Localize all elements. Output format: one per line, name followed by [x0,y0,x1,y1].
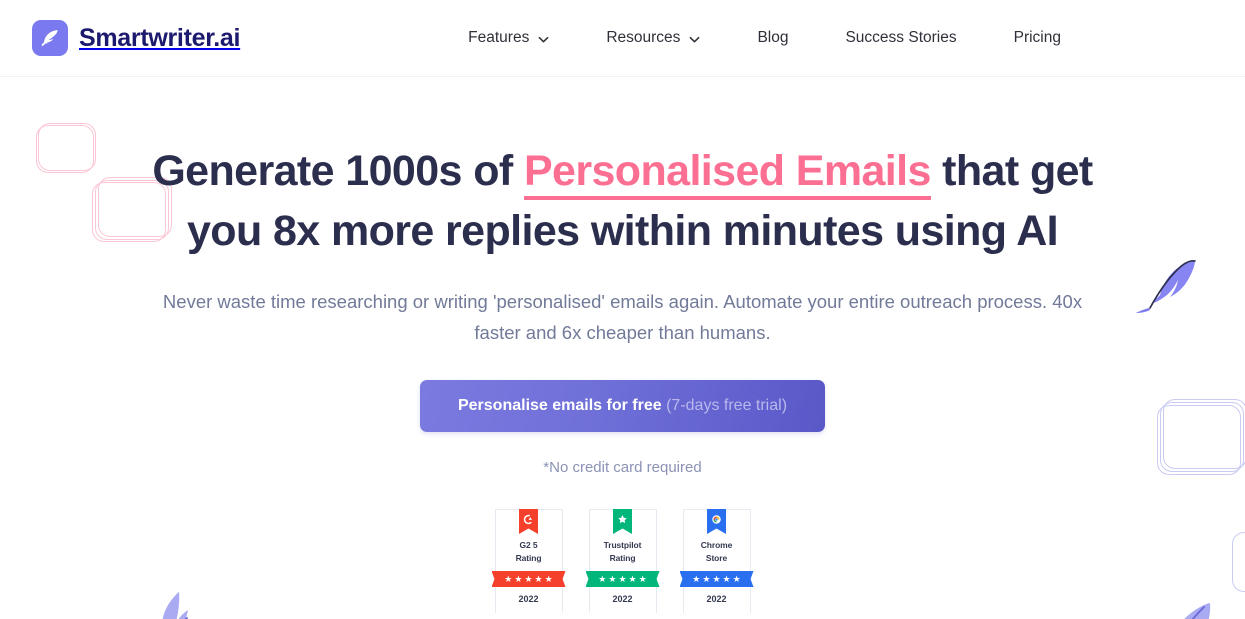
badge-title-line2: Store [705,553,728,563]
site-header: Smartwriter.ai Features Resources Blog S… [0,0,1245,77]
cta-label: Personalise emails for free [457,397,662,414]
feather-icon [32,20,68,56]
badge-title: G2 5 Rating [496,535,562,571]
badge-title-line1: Chrome [700,540,733,550]
rating-badges: G2 5 Rating ★ ★ ★ ★ ★ 2022 Trustpilot Ra… [0,509,1245,619]
g2-logo-icon [523,512,534,530]
badge-year: 2022 [706,594,727,604]
badge-footer-point [682,612,751,619]
badge-ribbon [519,509,538,534]
hero-section: Generate 1000s of Personalised Emails th… [0,77,1245,619]
badge-g2[interactable]: G2 5 Rating ★ ★ ★ ★ ★ 2022 [491,509,566,619]
badge-title: Trustpilot Rating [590,535,656,571]
headline-text-1: Generate 1000s of [152,147,524,195]
cta-sub-label: (7-days free trial) [666,397,788,414]
badge-title-line2: Rating [609,553,636,563]
badge-year: 2022 [612,594,633,604]
trustpilot-star-icon [617,512,628,530]
no-credit-card-note: *No credit card required [543,459,702,476]
badge-title-line2: Rating [515,553,542,563]
badge-footer-point [494,612,563,619]
nav-item-success-stories[interactable]: Success Stories [845,21,956,55]
badge-trustpilot[interactable]: Trustpilot Rating ★ ★ ★ ★ ★ 2022 [585,509,660,619]
cta-container: Personalise emails for free (7-days free… [0,380,1245,432]
page-title: Generate 1000s of Personalised Emails th… [143,141,1103,261]
chevron-down-icon [689,32,700,43]
badge-stars: ★ ★ ★ ★ ★ [585,571,660,587]
hero-subheading: Never waste time researching or writing … [162,291,1083,343]
badge-chrome-store[interactable]: Chrome Store ★ ★ ★ ★ ★ 2022 [679,509,754,619]
nav-label: Pricing [1013,29,1061,46]
badge-title-line1: G2 5 [519,540,538,550]
nav-label: Blog [757,29,789,46]
badge-title-line1: Trustpilot [603,540,642,550]
badge-year: 2022 [518,594,539,604]
personalise-emails-button[interactable]: Personalise emails for free (7-days free… [419,380,826,432]
brand-name: Smartwriter.ai [79,23,241,52]
badge-ribbon [613,509,632,534]
brand-logo-link[interactable]: Smartwriter.ai [32,20,240,56]
nav-label: Features [468,29,530,46]
nav-item-resources[interactable]: Resources [606,21,700,55]
badge-stars: ★ ★ ★ ★ ★ [491,571,566,587]
badge-footer-point [588,612,657,619]
badge-title: Chrome Store [684,535,750,571]
badge-ribbon [707,509,726,534]
badge-stars: ★ ★ ★ ★ ★ [679,571,754,587]
main-navigation: Features Resources Blog Success Stories … [468,21,1061,55]
nav-item-features[interactable]: Features [468,21,549,55]
chrome-store-icon [711,512,722,530]
nav-item-pricing[interactable]: Pricing [1014,21,1061,55]
nav-label: Success Stories [845,29,957,46]
chevron-down-icon [538,32,549,43]
nav-label: Resources [606,29,681,46]
headline-accent: Personalised Emails [523,147,931,200]
nav-item-blog[interactable]: Blog [757,21,788,55]
